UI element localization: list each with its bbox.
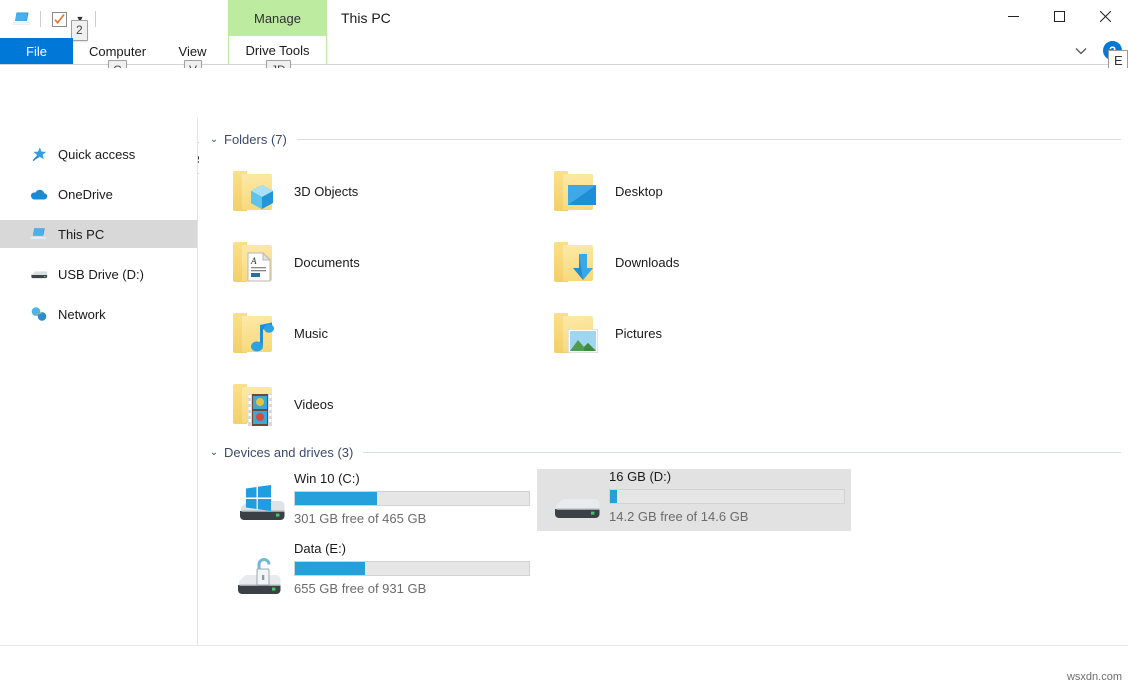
sidebar-item-this-pc[interactable]: This PC: [0, 220, 197, 248]
maximize-button[interactable]: [1036, 0, 1082, 32]
sidebar-item-label: OneDrive: [58, 187, 113, 202]
sidebar-item-usb-drive[interactable]: USB Drive (D:): [0, 260, 197, 288]
drive-free-space: 14.2 GB free of 14.6 GB: [609, 509, 748, 524]
ribbon-tabstrip: File Computer View: [0, 36, 1128, 64]
folders-section-header[interactable]: ⌄ Folders (7): [206, 132, 1121, 147]
sidebar-item-onedrive[interactable]: OneDrive: [0, 180, 197, 208]
sidebar-item-quick-access[interactable]: Quick access: [0, 140, 197, 168]
drive-item-data-e[interactable]: Data (E:) 655 GB free of 931 GB: [222, 541, 536, 603]
folder-desktop-icon: [554, 165, 606, 217]
folder-item-documents[interactable]: A Documents: [209, 229, 509, 295]
address-bar: › This PC › Search This PC: [0, 68, 1128, 114]
navigation-pane: Quick access OneDrive This PC: [0, 118, 198, 645]
properties-icon[interactable]: [47, 8, 71, 30]
drive-usage-bar: [609, 489, 845, 504]
sidebar-item-label: USB Drive (D:): [58, 267, 144, 282]
folder-item-desktop[interactable]: Desktop: [530, 158, 830, 224]
folder-item-music[interactable]: Music: [209, 300, 509, 366]
file-explorer-window: ▼ 2 This PC Manage File Computer View Dr…: [0, 0, 1128, 685]
usb-drive-icon: [30, 265, 48, 283]
folder-label: Desktop: [615, 184, 663, 199]
sidebar-item-label: This PC: [58, 227, 104, 242]
folder-label: Music: [294, 326, 328, 341]
drive-item-win10-c[interactable]: Win 10 (C:) 301 GB free of 465 GB: [222, 471, 536, 533]
qat-divider-1: [40, 11, 41, 27]
status-bar: 10 items 1 item selected wsxdn.com: [0, 645, 1128, 685]
minimize-button[interactable]: [990, 0, 1036, 32]
drive-free-space: 655 GB free of 931 GB: [294, 581, 426, 596]
folder-item-pictures[interactable]: Pictures: [530, 300, 830, 366]
window-title: This PC: [341, 10, 391, 26]
chevron-down-icon[interactable]: ⌄: [206, 447, 222, 458]
quick-access-toolbar: ▼: [10, 8, 102, 30]
folder-pictures-icon: [554, 307, 606, 359]
content-pane: ⌄ Folders (7) 3D Objects: [199, 118, 1128, 645]
section-divider: [297, 139, 1121, 140]
folder-documents-icon: A: [233, 236, 285, 288]
folder-label: 3D Objects: [294, 184, 358, 199]
folder-3d-objects-icon: [233, 165, 285, 217]
window-controls: [990, 0, 1128, 32]
drive-usage-bar: [294, 491, 530, 506]
folder-label: Documents: [294, 255, 360, 270]
star-icon: [30, 145, 48, 163]
sidebar-item-label: Network: [58, 307, 106, 322]
svg-text:A: A: [250, 256, 257, 266]
this-pc-icon[interactable]: [10, 8, 34, 30]
folder-item-videos[interactable]: Videos: [209, 371, 509, 437]
close-button[interactable]: [1082, 0, 1128, 32]
drive-label: Data (E:): [294, 541, 346, 556]
drive-usage-fill: [295, 562, 365, 575]
qat-divider-2: [95, 11, 96, 27]
drive-free-space: 301 GB free of 465 GB: [294, 511, 426, 526]
cloud-icon: [30, 185, 48, 203]
windows-drive-icon: [236, 485, 288, 525]
drive-item-16gb-d[interactable]: 16 GB (D:) 14.2 GB free of 14.6 GB: [537, 469, 851, 531]
folders-section-title: Folders (7): [224, 132, 287, 147]
folder-label: Downloads: [615, 255, 679, 270]
drive-usage-fill: [295, 492, 377, 505]
sidebar-item-network[interactable]: Network: [0, 300, 197, 328]
folder-music-icon: [233, 307, 285, 359]
folder-label: Videos: [294, 397, 334, 412]
chevron-down-icon[interactable]: ⌄: [206, 134, 222, 145]
network-icon: [30, 305, 48, 323]
title-bar: ▼ 2 This PC: [0, 0, 1128, 36]
drive-usage-bar: [294, 561, 530, 576]
watermark-text: wsxdn.com: [1067, 671, 1122, 683]
this-pc-icon: [30, 225, 48, 243]
drive-label: Win 10 (C:): [294, 471, 360, 486]
folder-item-downloads[interactable]: Downloads: [530, 229, 830, 295]
folder-label: Pictures: [615, 326, 662, 341]
section-divider: [363, 452, 1121, 453]
folder-downloads-icon: [554, 236, 606, 288]
sidebar-item-label: Quick access: [58, 147, 135, 162]
expand-ribbon-button[interactable]: [1070, 42, 1092, 60]
drives-section-header[interactable]: ⌄ Devices and drives (3): [206, 445, 1121, 460]
drive-label: 16 GB (D:): [609, 469, 671, 484]
folder-item-3d-objects[interactable]: 3D Objects: [209, 158, 509, 224]
folder-videos-icon: [233, 378, 285, 430]
ribbon-divider: [0, 64, 1128, 65]
tab-file[interactable]: File: [0, 38, 73, 64]
drive-usage-fill: [610, 490, 617, 503]
drives-section-title: Devices and drives (3): [224, 445, 353, 460]
bitlocker-unlocked-drive-icon: [236, 555, 288, 595]
removable-drive-icon: [551, 483, 603, 523]
contextual-group-title: Manage: [228, 0, 327, 36]
